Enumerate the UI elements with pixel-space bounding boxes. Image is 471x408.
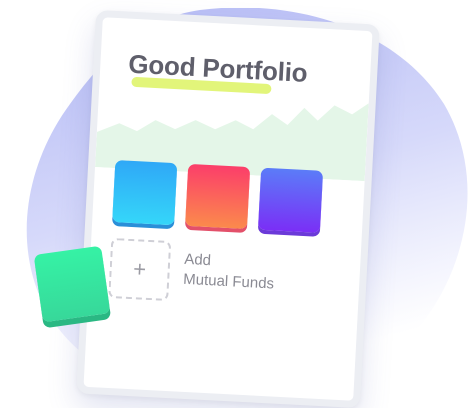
plus-icon: + xyxy=(132,256,147,282)
fund-tile-red[interactable] xyxy=(185,163,251,230)
add-fund-button[interactable]: + xyxy=(108,237,172,301)
portfolio-card: Good Portfolio + Add Mutual Funds xyxy=(76,9,380,408)
add-fund-label: Add Mutual Funds xyxy=(183,250,276,295)
fund-tile-purple[interactable] xyxy=(257,167,324,233)
portfolio-illustration: Good Portfolio + Add Mutual Funds xyxy=(0,0,471,408)
fund-tile-blue[interactable] xyxy=(112,160,178,226)
add-label-line2: Mutual Funds xyxy=(182,270,275,293)
fund-tile-green[interactable] xyxy=(33,245,111,323)
